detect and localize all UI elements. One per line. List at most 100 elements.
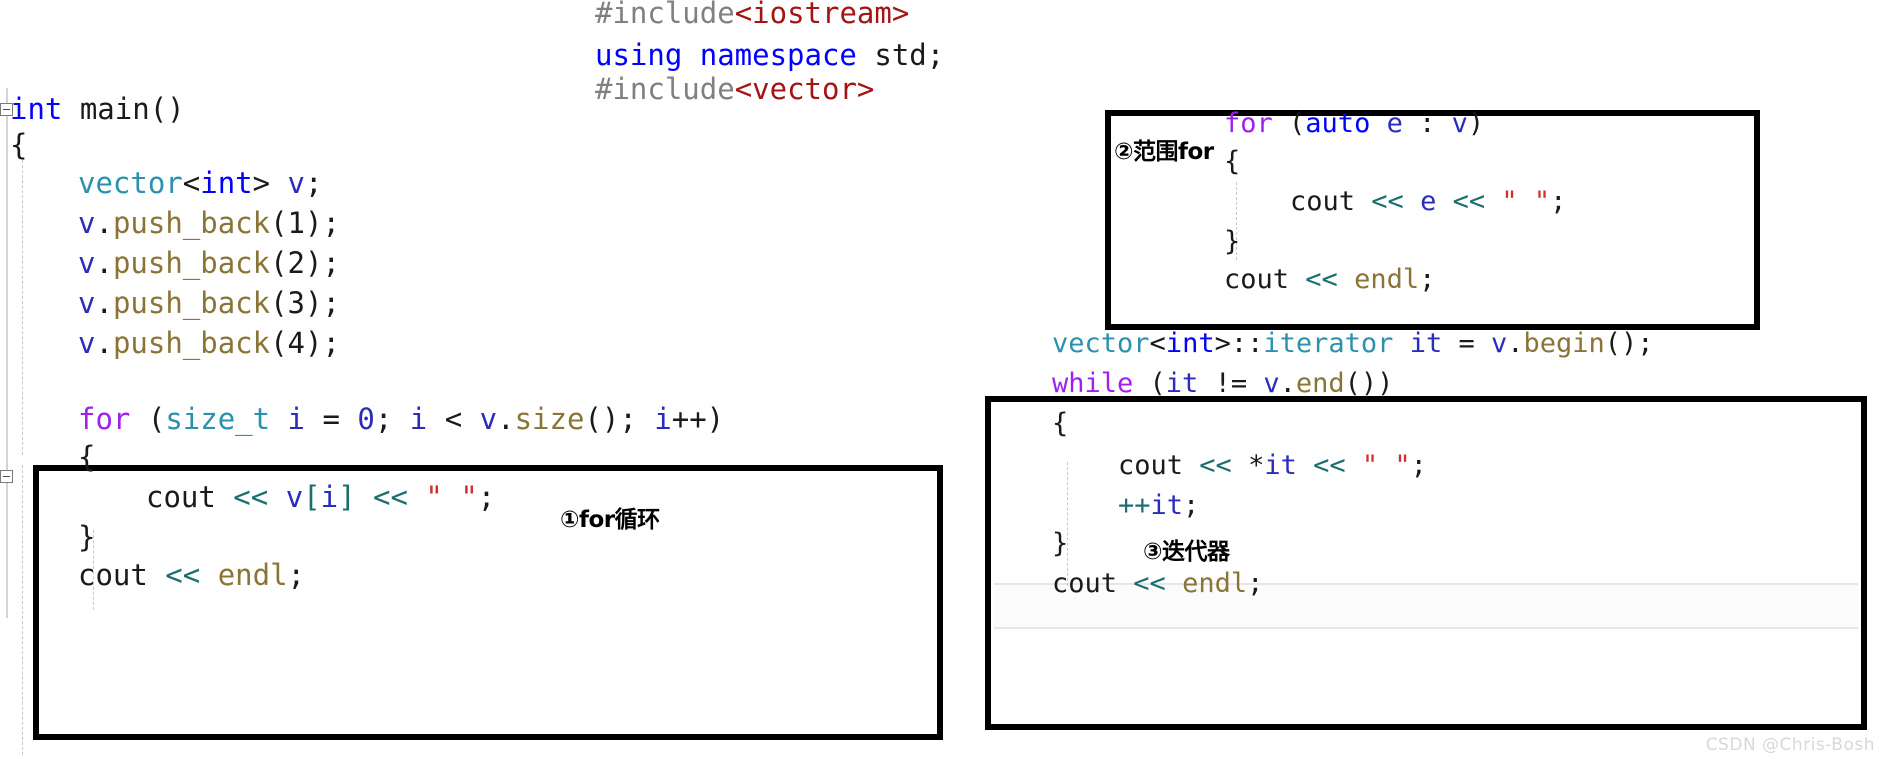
- code-line-vector-decl: vector<int> v;: [78, 166, 322, 200]
- token-string-literal: " ": [1361, 450, 1411, 481]
- code-line-for-header: for (size_t i = 0; i < v.size(); i++): [78, 402, 724, 436]
- annotation-label-iterator: ③迭代器: [1143, 539, 1230, 565]
- annotation-box-iterator: [985, 396, 1867, 730]
- token-variable-i: i: [409, 402, 428, 436]
- token-brace-close: }: [78, 520, 96, 554]
- token-call-tail: ();: [1604, 328, 1654, 359]
- token-number-zero: 0: [357, 402, 375, 436]
- token-angle-open: <: [1149, 328, 1166, 359]
- token-function-push-back: push_back: [112, 326, 271, 360]
- token-bracket-open: [: [303, 480, 321, 514]
- code-line-push-back-2: v.push_back(2);: [78, 246, 340, 280]
- token-paren-close: );: [305, 206, 340, 240]
- token-function-endl: endl: [217, 558, 288, 592]
- token-variable-i: i: [654, 402, 672, 436]
- token-paren-open: (: [270, 246, 288, 280]
- token-paren-close: );: [305, 246, 340, 280]
- token-header-name: <iostream>: [734, 0, 910, 30]
- token-variable-v: v: [78, 286, 96, 320]
- token-keyword-auto: auto: [1305, 108, 1371, 139]
- token-operator-insert: <<: [1289, 264, 1355, 295]
- token-dereference: *: [1248, 450, 1265, 481]
- token-operator-insert: <<: [1183, 450, 1249, 481]
- token-brace-close: }: [1224, 226, 1241, 257]
- token-function-size: size: [514, 402, 585, 436]
- token-operator-insert: <<: [147, 558, 218, 592]
- token-scope-resolution: ::: [1230, 328, 1264, 359]
- token-semicolon: ;: [287, 558, 305, 592]
- token-cout: cout: [1224, 264, 1290, 295]
- token-variable-i: i: [320, 480, 339, 514]
- token-call-tail: ();: [584, 402, 655, 436]
- token-brace-open: {: [78, 440, 96, 474]
- token-operator-insert: <<: [1296, 450, 1362, 481]
- code-line-for-cout: cout << v[i] << " ";: [146, 480, 495, 514]
- token-keyword-int: int: [1165, 328, 1215, 359]
- token-function-push-back: push_back: [112, 206, 271, 240]
- token-paren-close: );: [305, 326, 340, 360]
- token-function-push-back: push_back: [112, 246, 271, 280]
- code-line-while-cout: cout << *it << " ";: [1118, 450, 1427, 482]
- token-keyword-using-namespace: using namespace: [595, 38, 875, 72]
- token-control-for: for: [78, 402, 131, 436]
- code-line-range-for-header: for (auto e : v): [1224, 108, 1484, 140]
- annotation-label-for-loop: ①for循环: [560, 507, 660, 533]
- token-main-signature: main(): [62, 92, 185, 126]
- token-paren-open: (: [1133, 368, 1166, 399]
- code-line-iterator-decl: vector<int>::iterator it = v.begin();: [1052, 328, 1654, 360]
- token-angle-close: >: [1214, 328, 1231, 359]
- token-operator-insert: <<: [1355, 186, 1421, 217]
- token-semicolon: ;: [1247, 568, 1264, 599]
- collapse-toggle-for-loop[interactable]: [0, 470, 13, 483]
- token-variable-v: v: [285, 480, 304, 514]
- token-paren-open: (: [270, 326, 288, 360]
- token-semicolon: ;: [374, 402, 410, 436]
- annotation-label-range-for: ②范围for: [1114, 139, 1214, 165]
- token-dot: .: [95, 206, 113, 240]
- token-semicolon: ;: [1550, 186, 1567, 217]
- token-type-size-t: size_t: [165, 402, 271, 436]
- code-line-range-for-cout-endl: cout << endl;: [1224, 264, 1435, 296]
- token-type-vector: vector: [1052, 328, 1150, 359]
- token-cout: cout: [1052, 568, 1118, 599]
- token-dot: .: [95, 286, 113, 320]
- token-variable-v: v: [78, 326, 96, 360]
- code-line-while-cout-endl: cout << endl;: [1052, 568, 1263, 600]
- token-semicolon: ;: [305, 166, 323, 200]
- code-line-while-close-brace: }: [1052, 528, 1068, 560]
- token-function-endl: endl: [1182, 568, 1248, 599]
- code-line-range-for-open-brace: {: [1224, 146, 1240, 178]
- token-function-endl: endl: [1354, 264, 1420, 295]
- token-header-name: <vector>: [734, 72, 875, 106]
- token-control-while: while: [1052, 368, 1134, 399]
- token-function-end: end: [1295, 368, 1345, 399]
- code-line-int-main: int main(): [10, 92, 185, 126]
- token-bracket-close: ]: [338, 480, 356, 514]
- token-type-vector: vector: [78, 166, 183, 200]
- token-cout: cout: [146, 480, 216, 514]
- token-variable-v: v: [1451, 108, 1468, 139]
- code-editor-canvas: #include<iostream> using namespace std; …: [0, 0, 1883, 759]
- code-line-include-iostream: #include<iostream>: [595, 0, 909, 30]
- token-variable-it: it: [1409, 328, 1443, 359]
- token-variable-it: it: [1150, 490, 1184, 521]
- token-variable-v: v: [78, 206, 96, 240]
- code-line-push-back-4: v.push_back(4);: [78, 326, 340, 360]
- indent-guide-box1: [22, 465, 23, 755]
- token-brace-open: {: [10, 128, 28, 162]
- token-variable-it: it: [1264, 450, 1297, 481]
- token-variable-v: v: [1490, 328, 1508, 359]
- token-variable-it: it: [1165, 368, 1199, 399]
- token-keyword-int: int: [200, 166, 253, 200]
- token-function-push-back: push_back: [112, 286, 271, 320]
- code-line-while-open-brace: {: [1052, 408, 1068, 440]
- token-brace-close: }: [1052, 528, 1069, 559]
- token-number: 3: [287, 286, 306, 320]
- token-cout: cout: [1290, 186, 1356, 217]
- code-line-include-vector: #include<vector>: [595, 72, 874, 106]
- token-string-literal: " ": [1501, 186, 1551, 217]
- code-line-for-cout-endl: cout << endl;: [78, 558, 305, 592]
- token-paren-close: ): [1467, 108, 1485, 139]
